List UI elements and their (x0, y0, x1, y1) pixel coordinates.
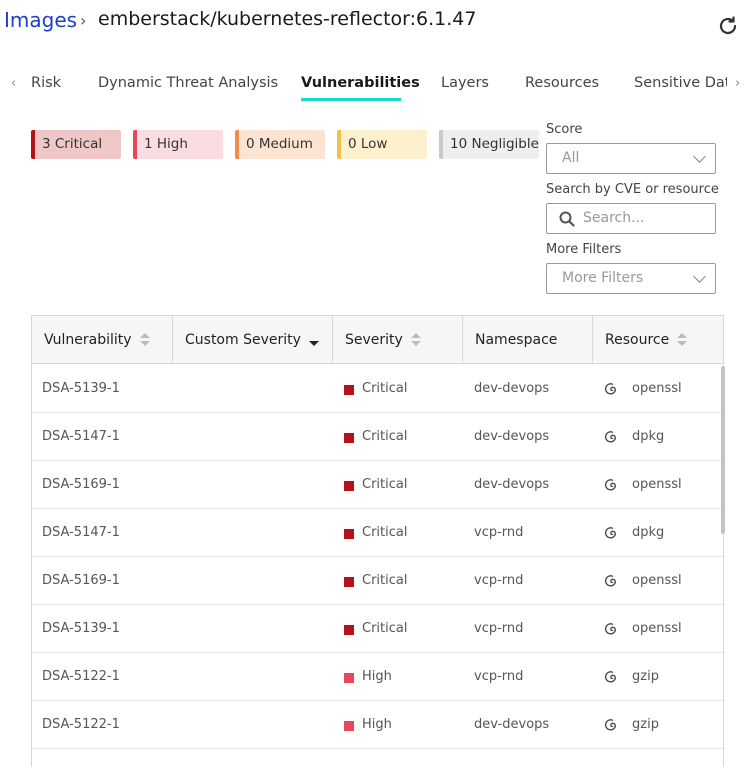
severity-indicator (344, 721, 354, 731)
sort-desc-icon (308, 333, 319, 347)
breadcrumb-separator: › (80, 11, 87, 30)
severity-indicator (344, 673, 354, 683)
tab-risk[interactable]: Risk (31, 75, 61, 91)
severity-value: High (362, 669, 392, 684)
table-row[interactable]: DSA-5139-1 Critical dev-devops openssl (32, 365, 723, 413)
active-tab-indicator (301, 98, 401, 101)
vulnerability-id[interactable]: DSA-5147-1 (42, 413, 120, 461)
severity-value: Critical (362, 477, 408, 492)
search-input[interactable]: Search... (546, 203, 716, 234)
badge-low[interactable]: 0 Low (337, 130, 427, 159)
severity-value: Critical (362, 381, 408, 396)
score-select[interactable]: All (546, 143, 716, 174)
tab-resources[interactable]: Resources (525, 75, 599, 91)
vulnerability-id[interactable]: DSA-5139-1 (42, 365, 120, 413)
search-filter-label: Search by CVE or resource (546, 182, 719, 197)
search-icon (559, 211, 575, 227)
severity-indicator (344, 529, 354, 539)
table-row[interactable]: DSA-5169-1 Critical dev-devops openssl (32, 461, 723, 509)
badge-high[interactable]: 1 High (133, 130, 223, 159)
table-row[interactable]: DSA-5122-1 High vcp-rnd gzip (32, 653, 723, 701)
resource-value: gzip (632, 669, 659, 684)
namespace-value: vcp-rnd (474, 669, 524, 684)
severity-indicator (344, 433, 354, 443)
vulnerabilities-table: Vulnerability Custom Severity Severity N… (31, 315, 724, 767)
badge-critical[interactable]: 3 Critical (31, 130, 121, 159)
tab-bar: ‹ Risk Dynamic Threat Analysis Vulnerabi… (0, 66, 749, 106)
chevron-down-icon (693, 270, 706, 283)
table-row[interactable]: DSA-5139-1 Critical vcp-rnd openssl (32, 605, 723, 653)
vulnerability-id[interactable]: DSA-5139-1 (42, 605, 120, 653)
namespace-value: vcp-rnd (474, 573, 524, 588)
resource-value: openssl (632, 621, 682, 636)
score-filter-label: Score (546, 122, 583, 137)
badge-medium[interactable]: 0 Medium (235, 130, 325, 159)
chevron-down-icon (693, 150, 706, 163)
tab-scroll-left-icon[interactable]: ‹ (11, 76, 16, 91)
more-filters-select[interactable]: More Filters (546, 263, 716, 294)
resource-value: openssl (632, 477, 682, 492)
debian-swirl-icon (603, 717, 619, 733)
debian-swirl-icon (603, 621, 619, 637)
debian-swirl-icon (603, 381, 619, 397)
vulnerability-id[interactable]: DSA-5147-1 (42, 509, 120, 557)
refresh-icon[interactable] (716, 14, 740, 38)
namespace-value: vcp-rnd (474, 525, 524, 540)
vulnerability-id[interactable]: DSA-5122-1 (42, 653, 120, 701)
severity-indicator (344, 481, 354, 491)
severity-indicator (344, 577, 354, 587)
tab-scroll-right-icon[interactable]: › (735, 76, 740, 91)
table-header: Vulnerability Custom Severity Severity N… (32, 316, 723, 364)
page-title: emberstack/kubernetes-reflector:6.1.47 (98, 8, 477, 30)
table-row[interactable]: DSA-5147-1 Critical vcp-rnd dpkg (32, 509, 723, 557)
table-row[interactable]: DSA-5122-1 High dev-devops gzip (32, 701, 723, 749)
table-scrollbar-thumb[interactable] (721, 366, 725, 534)
severity-value: Critical (362, 621, 408, 636)
severity-value: Critical (362, 525, 408, 540)
debian-swirl-icon (603, 477, 619, 493)
debian-swirl-icon (603, 669, 619, 685)
namespace-value: vcp-rnd (474, 621, 524, 636)
resource-value: gzip (632, 717, 659, 732)
badge-negligible[interactable]: 10 Negligible (439, 130, 539, 159)
vulnerability-id[interactable]: DSA-5169-1 (42, 557, 120, 605)
column-header-namespace[interactable]: Namespace (463, 316, 593, 364)
severity-value: Critical (362, 429, 408, 444)
resource-value: openssl (632, 381, 682, 396)
sort-icon (139, 333, 150, 347)
sort-icon (410, 333, 421, 347)
debian-swirl-icon (603, 573, 619, 589)
severity-value: Critical (362, 573, 408, 588)
resource-value: dpkg (632, 525, 665, 540)
resource-value: openssl (632, 573, 682, 588)
namespace-value: dev-devops (474, 381, 550, 396)
vulnerability-id[interactable]: DSA-5169-1 (42, 461, 120, 509)
tab-vulnerabilities[interactable]: Vulnerabilities (301, 75, 420, 91)
debian-swirl-icon (603, 429, 619, 445)
namespace-value: dev-devops (474, 477, 550, 492)
table-row[interactable]: DSA-5169-1 Critical vcp-rnd openssl (32, 557, 723, 605)
namespace-value: dev-devops (474, 429, 550, 444)
column-header-custom-severity[interactable]: Custom Severity (173, 316, 333, 364)
resource-value: dpkg (632, 429, 665, 444)
tab-layers[interactable]: Layers (441, 75, 489, 91)
table-row[interactable]: DSA-5147-1 Critical dev-devops dpkg (32, 413, 723, 461)
tab-dynamic-threat-analysis[interactable]: Dynamic Threat Analysis (98, 75, 278, 91)
column-header-vulnerability[interactable]: Vulnerability (32, 316, 173, 364)
namespace-value: dev-devops (474, 717, 550, 732)
column-header-resource[interactable]: Resource (593, 316, 723, 364)
more-filters-label: More Filters (546, 242, 622, 257)
tab-sensitive-data[interactable]: Sensitive Data (634, 75, 727, 91)
breadcrumb-images-link[interactable]: Images (4, 8, 77, 32)
severity-indicator (344, 385, 354, 395)
page-header: Images › emberstack/kubernetes-reflector… (0, 0, 749, 50)
vulnerability-id[interactable]: DSA-5122-1 (42, 701, 120, 749)
column-header-severity[interactable]: Severity (333, 316, 463, 364)
debian-swirl-icon (603, 525, 619, 541)
severity-value: High (362, 717, 392, 732)
sort-icon (677, 333, 688, 347)
severity-indicator (344, 625, 354, 635)
